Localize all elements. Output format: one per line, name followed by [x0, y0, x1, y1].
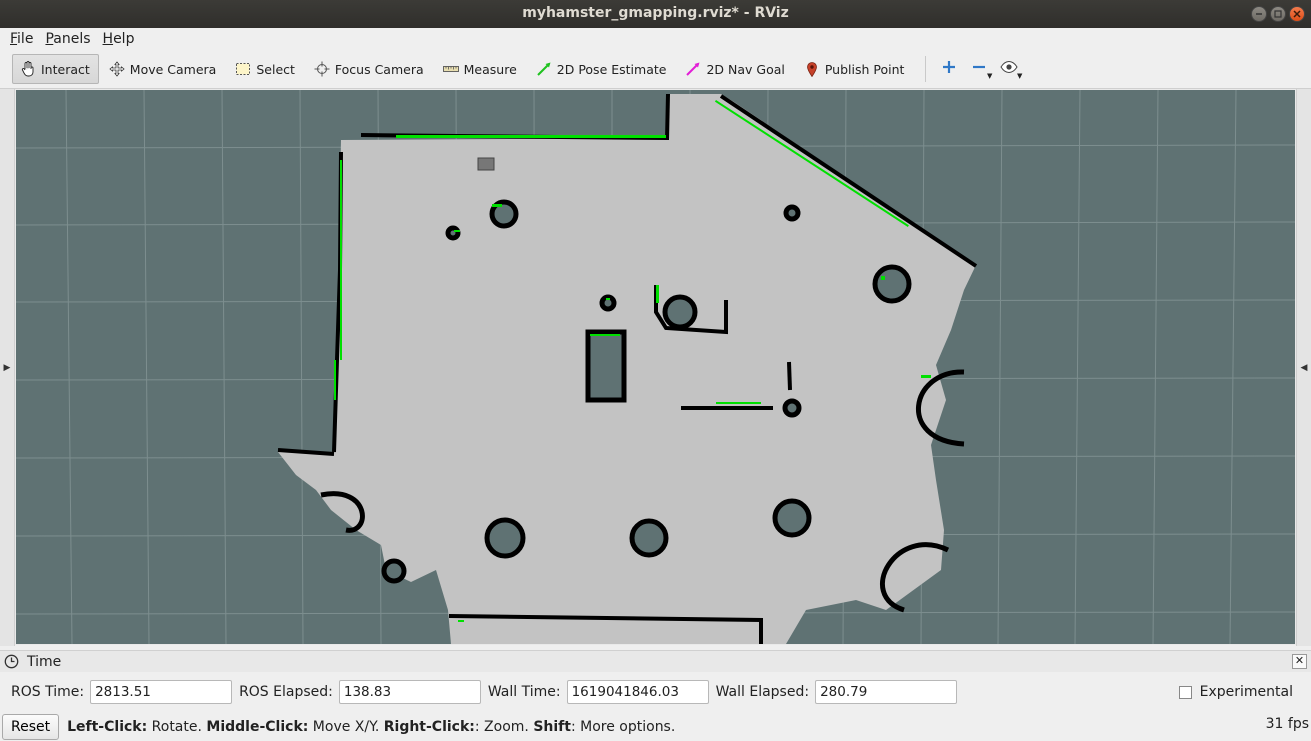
- hint-left-click-key: Left-Click:: [67, 718, 148, 735]
- remove-tool-button[interactable]: ▼: [964, 54, 994, 84]
- green-arrow-icon: [535, 60, 553, 78]
- ruler-icon: [442, 60, 460, 78]
- 3d-viewport[interactable]: [16, 90, 1295, 644]
- magenta-arrow-icon: [684, 60, 702, 78]
- wall-time-field[interactable]: 1619041846.03: [566, 680, 709, 704]
- wall-elapsed-field[interactable]: 280.79: [815, 680, 958, 704]
- move-camera-tool-button[interactable]: Move Camera: [101, 54, 226, 84]
- window-controls: [1251, 6, 1305, 22]
- toolbar-separator: [925, 56, 927, 82]
- hint-shift-key: Shift: [533, 718, 571, 735]
- move-camera-label: Move Camera: [129, 61, 217, 77]
- status-bar: Reset Left-Click: Rotate. Middle-Click: …: [0, 712, 1311, 741]
- mouse-hint: Left-Click: Rotate. Middle-Click: Move X…: [67, 719, 675, 735]
- clock-icon: [4, 654, 19, 669]
- ros-time-field[interactable]: 2813.51: [90, 680, 233, 704]
- menu-panels[interactable]: Panels: [39, 31, 96, 47]
- close-panel-icon[interactable]: ✕: [1292, 654, 1307, 669]
- menu-file-mnemonic: F: [10, 31, 18, 47]
- eye-icon: [1000, 60, 1019, 78]
- fps-counter: 31 fps: [1265, 716, 1309, 732]
- plus-icon: [941, 59, 957, 79]
- obstacle-box: [585, 329, 627, 403]
- chevron-down-icon: ▼: [1017, 72, 1023, 80]
- reset-button[interactable]: Reset: [2, 713, 60, 740]
- hint-middle-click-key: Middle-Click:: [206, 718, 309, 735]
- close-icon[interactable]: [1289, 6, 1305, 22]
- nav-goal-label: 2D Nav Goal: [706, 61, 785, 77]
- publish-point-label: Publish Point: [824, 61, 905, 77]
- time-panel-header: Time ✕: [0, 650, 1311, 672]
- focus-camera-tool-button[interactable]: Focus Camera: [306, 54, 433, 84]
- wall-time-label: Wall Time:: [487, 684, 561, 700]
- interact-label: Interact: [41, 61, 90, 77]
- wall-elapsed-label: Wall Elapsed:: [715, 684, 810, 700]
- menu-file-label: ile: [17, 31, 34, 47]
- focus-camera-label: Focus Camera: [334, 61, 424, 77]
- experimental-label: Experimental: [1199, 684, 1293, 700]
- experimental-checkbox[interactable]: [1178, 685, 1192, 699]
- render-panel: ▶ ◀: [0, 88, 1311, 646]
- move-arrows-icon: [108, 60, 126, 78]
- menu-file[interactable]: File: [4, 31, 39, 47]
- left-dock-toggle[interactable]: ▶: [0, 89, 15, 646]
- select-label: Select: [256, 61, 295, 77]
- hint-left-click-desc: Rotate.: [147, 718, 207, 735]
- time-panel-title: Time: [27, 653, 62, 670]
- menu-panels-label: anels: [53, 31, 91, 47]
- ros-time-label: ROS Time:: [11, 684, 85, 700]
- pose-estimate-label: 2D Pose Estimate: [556, 61, 667, 77]
- publish-point-tool-button[interactable]: Publish Point: [796, 54, 914, 84]
- nav-goal-tool-button[interactable]: 2D Nav Goal: [677, 54, 793, 84]
- view-tool-button[interactable]: ▼: [994, 54, 1024, 84]
- hand-pointer-icon: [19, 60, 37, 78]
- right-dock-toggle[interactable]: ◀: [1296, 89, 1311, 646]
- menu-help-label: elp: [113, 31, 135, 47]
- window-titlebar: myhamster_gmapping.rviz* - RViz: [0, 0, 1311, 28]
- obstacle-small: [477, 157, 495, 171]
- minus-icon: [971, 59, 987, 79]
- time-panel-fields: ROS Time: 2813.51 ROS Elapsed: 138.83 Wa…: [0, 676, 1311, 708]
- occupancy-grid-map: [16, 90, 1295, 644]
- minimize-icon[interactable]: [1251, 6, 1267, 22]
- crosshair-icon: [313, 60, 331, 78]
- select-tool-button[interactable]: Select: [227, 54, 304, 84]
- selection-rect-icon: [234, 60, 252, 78]
- interact-tool-button[interactable]: Interact: [12, 54, 99, 84]
- measure-label: Measure: [463, 61, 517, 77]
- chevron-down-icon: ▼: [987, 72, 993, 80]
- pose-estimate-tool-button[interactable]: 2D Pose Estimate: [528, 54, 676, 84]
- add-tool-button[interactable]: [934, 54, 964, 84]
- hint-middle-click-desc: Move X/Y.: [308, 718, 384, 735]
- measure-tool-button[interactable]: Measure: [435, 54, 526, 84]
- menu-help-mnemonic: H: [102, 31, 114, 47]
- free-space-area: [278, 94, 976, 644]
- menu-help[interactable]: Help: [97, 31, 141, 47]
- hint-shift-desc: : More options.: [570, 718, 676, 735]
- hint-right-click-key: Right-Click:: [383, 718, 475, 735]
- maximize-icon[interactable]: [1270, 6, 1286, 22]
- map-pin-icon: [803, 60, 821, 78]
- hint-right-click-desc: : Zoom.: [474, 718, 534, 735]
- tool-bar: Interact Move Camera Select Focus Camera…: [0, 51, 1311, 87]
- ros-elapsed-label: ROS Elapsed:: [239, 684, 333, 700]
- ros-elapsed-field[interactable]: 138.83: [338, 680, 481, 704]
- triangle-right-icon: ▶: [3, 362, 11, 373]
- triangle-left-icon: ◀: [1300, 362, 1308, 373]
- experimental-checkbox-row[interactable]: Experimental: [1178, 684, 1293, 700]
- menu-bar: File Panels Help: [0, 28, 1311, 50]
- window-title: myhamster_gmapping.rviz* - RViz: [522, 5, 789, 21]
